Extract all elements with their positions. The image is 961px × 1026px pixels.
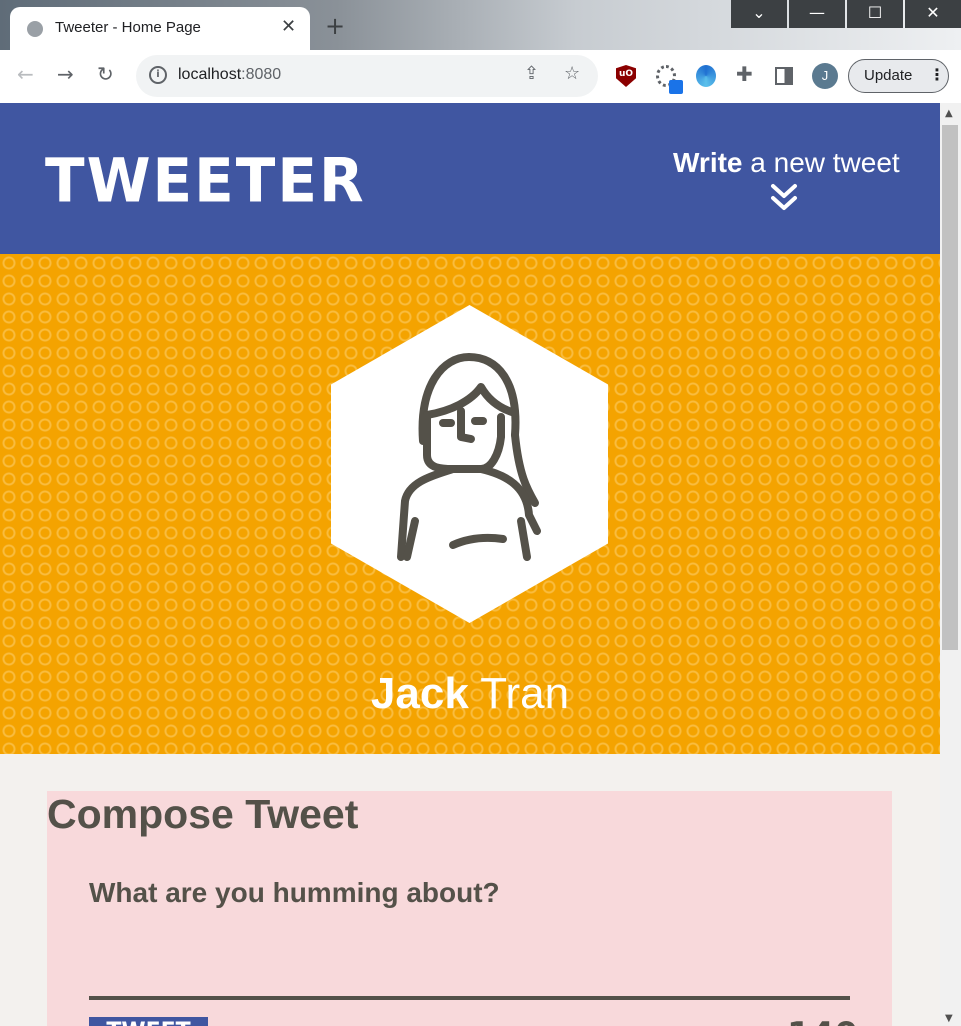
globe-icon xyxy=(27,21,43,37)
write-new-tweet-link[interactable]: Write a new tweet xyxy=(673,147,900,179)
puzzle-extensions-icon[interactable]: ✚ xyxy=(736,62,756,86)
avatar xyxy=(331,305,608,623)
page-content: TWEETER Write a new tweet Jack Tran Comp… xyxy=(0,103,940,1026)
address-bar[interactable]: i localhost:8080 ⇪ ☆ xyxy=(136,55,598,97)
profile-banner: Jack Tran xyxy=(0,254,940,754)
update-button[interactable]: Update ⋮ xyxy=(848,59,949,93)
browser-tab[interactable]: Tweeter - Home Page ✕ xyxy=(10,7,310,50)
scrollbar-thumb[interactable] xyxy=(942,125,958,650)
site-info-icon[interactable]: i xyxy=(149,66,167,84)
share-icon[interactable]: ⇪ xyxy=(524,63,539,84)
browser-toolbar: ← → ↻ i localhost:8080 ⇪ ☆ uO ✚ J Update… xyxy=(0,50,961,103)
top-nav: TWEETER Write a new tweet xyxy=(0,103,940,254)
page-scrollbar[interactable]: ▲ ▼ xyxy=(940,103,961,1026)
tweet-button[interactable]: TWEET xyxy=(89,1017,208,1026)
minimize-button[interactable]: — xyxy=(789,0,845,28)
extension-badge-icon xyxy=(669,80,683,94)
user-name: Jack Tran xyxy=(370,669,570,718)
compose-tweet-section: Compose Tweet What are you humming about… xyxy=(47,791,892,1026)
update-label: Update xyxy=(864,67,913,84)
scroll-down-icon[interactable]: ▼ xyxy=(945,1013,953,1024)
character-counter: 140 xyxy=(787,1015,858,1026)
site-logo[interactable]: TWEETER xyxy=(45,145,366,216)
forward-arrow-icon[interactable]: → xyxy=(57,62,74,86)
new-tab-button[interactable]: + xyxy=(325,12,345,40)
tab-title: Tweeter - Home Page xyxy=(55,19,201,36)
side-panel-icon[interactable] xyxy=(775,67,793,85)
ublock-icon[interactable]: uO xyxy=(616,65,636,87)
edge-extension-icon[interactable] xyxy=(696,65,716,87)
bookmark-star-icon[interactable]: ☆ xyxy=(564,63,580,84)
url-text[interactable]: localhost:8080 xyxy=(178,66,281,84)
browser-chrome: Tweeter - Home Page ✕ + ⌄ — ☐ ✕ ← → ↻ i … xyxy=(0,0,961,103)
scroll-up-icon[interactable]: ▲ xyxy=(945,108,953,119)
double-chevron-down-icon[interactable] xyxy=(770,183,798,213)
maximize-button[interactable]: ☐ xyxy=(847,0,903,28)
profile-avatar[interactable]: J xyxy=(812,63,838,89)
tab-strip: Tweeter - Home Page ✕ + ⌄ — ☐ ✕ xyxy=(0,0,961,50)
tweet-textarea[interactable]: What are you humming about? xyxy=(89,877,500,909)
kebab-menu-icon[interactable]: ⋮ xyxy=(929,65,945,84)
compose-heading: Compose Tweet xyxy=(47,791,359,837)
close-window-button[interactable]: ✕ xyxy=(905,0,961,28)
back-arrow-icon[interactable]: ← xyxy=(17,62,34,86)
reload-icon[interactable]: ↻ xyxy=(97,62,114,86)
tab-search-button[interactable]: ⌄ xyxy=(731,0,787,28)
tab-close-icon[interactable]: ✕ xyxy=(281,16,296,37)
textarea-underline xyxy=(89,996,850,1000)
